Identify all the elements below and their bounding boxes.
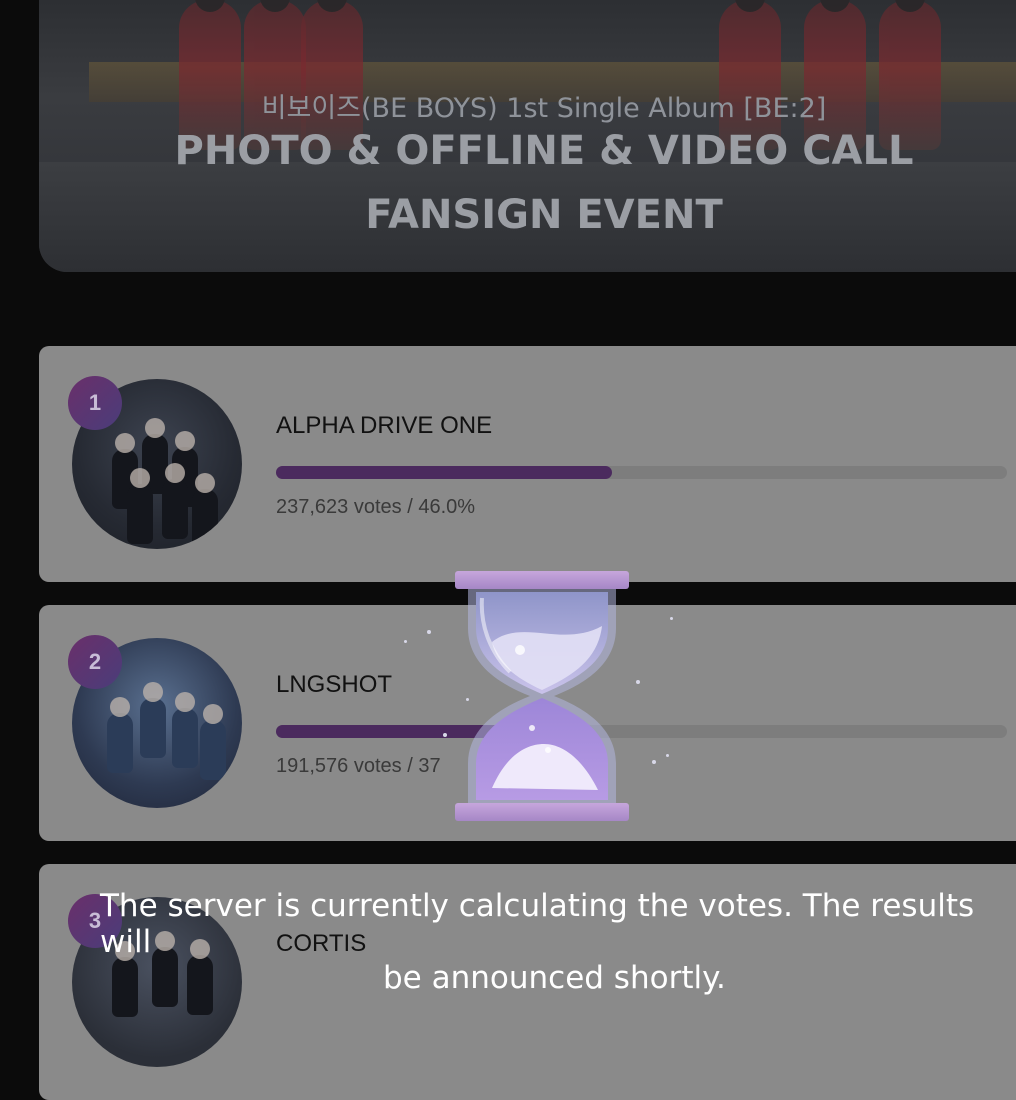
vote-count: 237,623 votes / 46.0% (276, 496, 476, 518)
ranking-card[interactable]: 1 ALPHA DRIVE ONE 237,623 votes / 46.0% (39, 346, 1016, 582)
sparkle-dot (666, 754, 669, 757)
sparkle-dot (652, 760, 656, 764)
artist-name: LNGSHOT (276, 671, 393, 698)
hourglass-icon (455, 571, 629, 821)
sparkle-dot (404, 640, 407, 643)
sparkle-dot (443, 733, 447, 737)
sparkle-dot (636, 680, 640, 684)
sparkle-dot (670, 617, 673, 620)
rank-badge: 1 (68, 376, 122, 430)
vote-progress-fill (276, 466, 613, 479)
message-line1: The server is currently calculating the … (100, 888, 975, 960)
banner-title-line2: FANSIGN EVENT (365, 192, 723, 238)
message-line2: be announced shortly. (383, 960, 726, 996)
artist-name: ALPHA DRIVE ONE (276, 412, 493, 439)
sparkle-dot (427, 630, 431, 634)
calculating-message: The server is currently calculating the … (100, 888, 1000, 996)
vote-progress-bar (276, 466, 1007, 479)
banner-title-line1: PHOTO & OFFLINE & VIDEO CALL (174, 128, 914, 174)
event-banner[interactable]: 비보이즈(BE BOYS) 1st Single Album [BE:2] PH… (39, 0, 1016, 272)
vote-progress-bar (276, 725, 1007, 738)
sparkle-dot (466, 698, 469, 701)
rank-badge: 2 (68, 635, 122, 689)
banner-subtitle: 비보이즈(BE BOYS) 1st Single Album [BE:2] (261, 93, 827, 124)
vote-count: 191,576 votes / 37 (276, 755, 441, 777)
